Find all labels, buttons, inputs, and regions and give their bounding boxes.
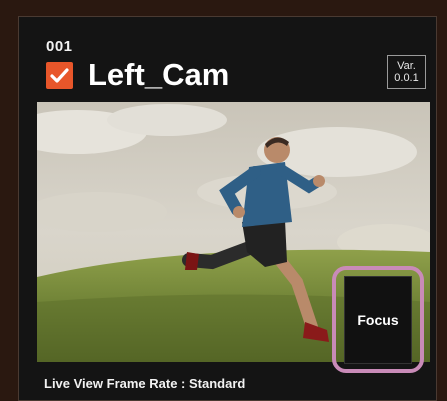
frame-rate-status: Live View Frame Rate : Standard [44,376,246,391]
version-number: 0.0.1 [394,72,419,84]
version-badge: Var. 0.0.1 [387,55,426,89]
camera-name: Left_Cam [88,57,230,92]
focus-button[interactable]: Focus [344,276,412,364]
camera-select-checkbox[interactable] [46,62,73,89]
check-icon [50,68,69,83]
camera-number: 001 [46,38,73,55]
version-label: Var. [397,60,416,72]
